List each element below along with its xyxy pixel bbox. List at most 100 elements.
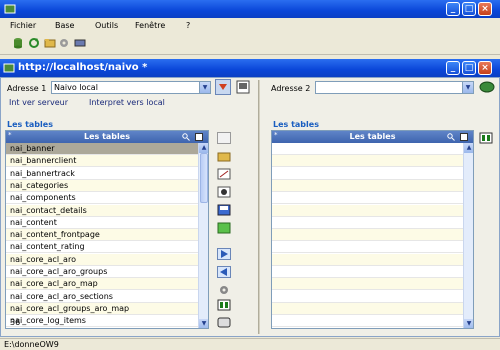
document-body: Adresse 1 Naivo local ▼ Int ver serveur … — [0, 77, 500, 337]
table-row[interactable]: nai_core_acl_aro — [6, 253, 198, 266]
search-icon[interactable] — [182, 133, 190, 141]
structure-icon[interactable] — [217, 186, 231, 198]
empty-row — [272, 192, 463, 205]
address1-label: Adresse 1 — [7, 84, 47, 93]
document-title: http://localhost/naivo * — [18, 62, 148, 73]
export-icon[interactable] — [217, 299, 231, 311]
table-count: 36 — [10, 318, 21, 327]
empty-row — [272, 302, 463, 315]
empty-row — [272, 204, 463, 217]
table-row[interactable]: nai_bannerclient — [6, 155, 198, 168]
menu-help[interactable]: ? — [186, 21, 190, 30]
right-tables-header: Les tables — [272, 131, 473, 143]
columns-icon[interactable] — [195, 133, 203, 141]
status-text: E:\donneOW9 — [4, 340, 59, 349]
pane-divider[interactable] — [258, 80, 260, 334]
empty-row — [272, 179, 463, 192]
toolbar — [0, 33, 500, 55]
left-tables-header-label: Les tables — [84, 132, 130, 141]
table-row[interactable]: nai_content — [6, 217, 198, 229]
table-row[interactable]: nai_categories — [6, 179, 198, 192]
empty-row — [272, 241, 463, 254]
empty-row — [272, 266, 463, 278]
address2-select[interactable]: ▼ — [315, 81, 474, 94]
scroll-up-icon[interactable]: ▲ — [199, 143, 208, 153]
left-section-title: Les tables — [7, 120, 53, 129]
table-row[interactable]: nai_components — [6, 192, 198, 205]
columns-icon-2[interactable] — [460, 133, 468, 141]
address2-label: Adresse 2 — [271, 84, 311, 93]
left-tables-header: Les tables — [6, 131, 208, 143]
settings-icon[interactable] — [217, 284, 231, 296]
right-tables-list: Les tables * ▲ ▼ — [271, 130, 474, 329]
scroll-thumb[interactable] — [200, 153, 208, 203]
table-row[interactable]: nai_content_rating — [6, 241, 198, 254]
empty-row — [272, 217, 463, 229]
menu-base[interactable]: Base — [55, 21, 74, 30]
empty-row — [272, 291, 463, 303]
left-scrollbar[interactable]: ▲ ▼ — [198, 143, 208, 328]
table-row[interactable]: nai_bannertrack — [6, 168, 198, 180]
maximize-button[interactable]: □ — [462, 2, 476, 16]
empty-row — [272, 155, 463, 168]
database-icon[interactable] — [12, 37, 24, 49]
empty-row — [272, 168, 463, 180]
right-tables-header-label: Les tables — [349, 132, 396, 141]
arrow-right-icon[interactable] — [217, 248, 231, 260]
menu-fenetre[interactable]: Fenêtre — [135, 21, 165, 30]
link-interpret-vers-local[interactable]: Interpret vers local — [89, 98, 165, 107]
asterisk-icon-2: * — [274, 131, 278, 137]
save-icon[interactable] — [217, 204, 231, 216]
refresh-icon[interactable] — [28, 37, 40, 49]
menu-bar: Fichier Base Outils Fenêtre ? — [0, 18, 500, 33]
right-section-title: Les tables — [273, 120, 319, 129]
edit-icon[interactable] — [217, 168, 231, 180]
green-table-icon[interactable] — [217, 222, 231, 234]
scroll-down-icon-2[interactable]: ▼ — [464, 319, 473, 328]
menu-outils[interactable]: Outils — [95, 21, 118, 30]
keyboard-icon[interactable] — [74, 37, 86, 49]
right-scrollbar[interactable]: ▲ ▼ — [463, 143, 473, 328]
table-row[interactable]: nai_core_acl_groups_aro_map — [6, 302, 198, 315]
doc-minimize-button[interactable]: _ — [446, 61, 460, 75]
chevron-down-icon[interactable]: ▼ — [199, 82, 210, 93]
document-icon — [3, 63, 15, 73]
address1-select[interactable]: Naivo local ▼ — [51, 81, 211, 94]
scroll-up-icon-2[interactable]: ▲ — [464, 143, 473, 153]
table-row[interactable]: nai_contact_details — [6, 204, 198, 217]
chevron-down-icon-2[interactable]: ▼ — [462, 82, 473, 93]
empty-row — [272, 143, 463, 155]
asterisk-icon: * — [8, 131, 12, 137]
table-row[interactable]: nai_core_acl_aro_sections — [6, 291, 198, 303]
server-icon[interactable] — [236, 79, 252, 95]
phone-icon[interactable] — [217, 316, 231, 328]
table-row[interactable]: nai_core_acl_aro_groups — [6, 266, 198, 278]
arrow-left-icon[interactable] — [217, 266, 231, 278]
table-row[interactable]: nai_banner — [6, 143, 198, 155]
empty-row — [272, 278, 463, 291]
menu-fichier[interactable]: Fichier — [10, 21, 36, 30]
table-row[interactable]: nai_content_frontpage — [6, 229, 198, 242]
address1-value: Naivo local — [54, 83, 98, 92]
empty-row — [272, 229, 463, 242]
remote-connect-icon[interactable] — [479, 79, 495, 95]
connect-icon[interactable] — [215, 79, 231, 95]
close-button[interactable]: × — [478, 2, 492, 16]
open-folder-icon[interactable] — [44, 37, 56, 49]
left-tables-list: Les tables * nai_banner nai_bannerclient n… — [5, 130, 209, 329]
search-icon-2[interactable] — [447, 133, 455, 141]
document-title-bar: http://localhost/naivo * _ □ × — [0, 59, 500, 77]
open-icon[interactable] — [217, 150, 231, 162]
table-row[interactable]: nai_core_acl_aro_map — [6, 278, 198, 291]
doc-maximize-button[interactable]: □ — [462, 61, 476, 75]
link-int-ver-serveur[interactable]: Int ver serveur — [9, 98, 68, 107]
empty-row — [272, 315, 463, 328]
export-icon-2[interactable] — [479, 132, 493, 144]
doc-close-button[interactable]: × — [478, 61, 492, 75]
tools-icon[interactable] — [58, 37, 70, 49]
new-table-icon[interactable] — [217, 132, 231, 144]
minimize-button[interactable]: _ — [446, 2, 460, 16]
empty-row — [272, 253, 463, 266]
scroll-down-icon[interactable]: ▼ — [199, 319, 208, 328]
status-bar: E:\donneOW9 — [0, 338, 500, 350]
